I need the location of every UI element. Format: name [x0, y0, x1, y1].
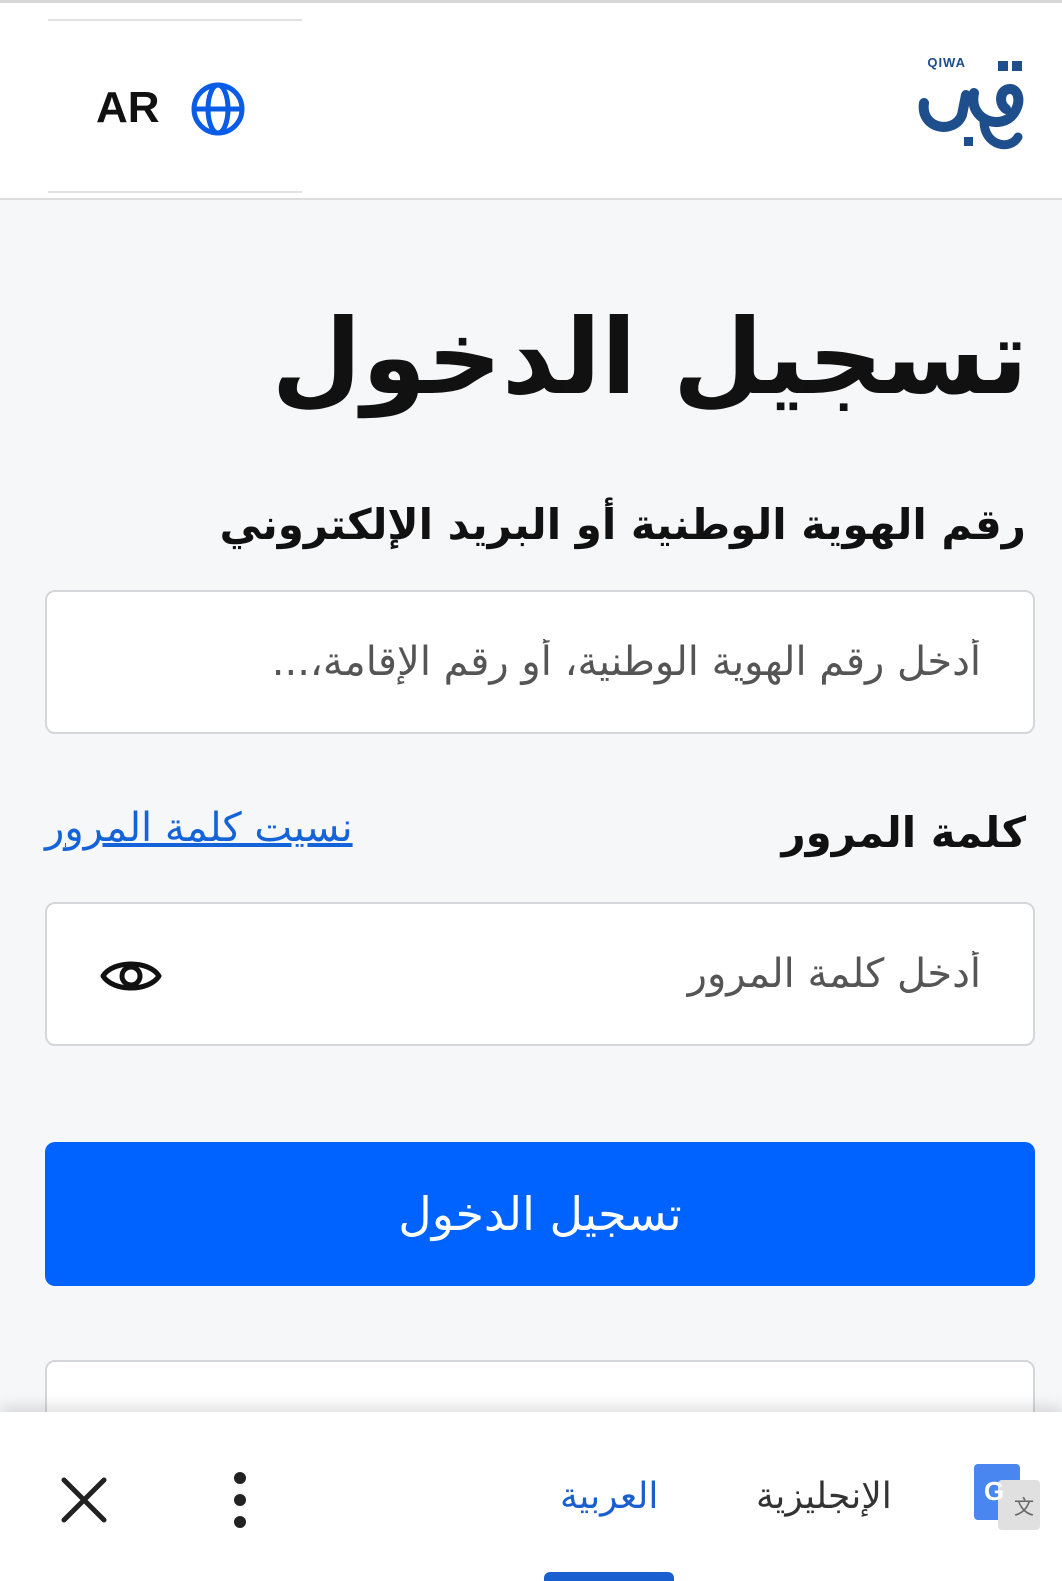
id-field-label: رقم الهوية الوطنية أو البريد الإلكتروني: [219, 500, 1027, 549]
source-language-tab[interactable]: الإنجليزية: [756, 1476, 892, 1517]
more-options-icon[interactable]: [228, 1470, 252, 1530]
svg-text:G: G: [984, 1476, 1004, 1506]
target-language-tab[interactable]: العربية: [560, 1476, 658, 1517]
page: AR QIWA تسجيل الدخول رقم الهوية الوطنية …: [0, 0, 1062, 1581]
language-switcher[interactable]: AR: [48, 19, 302, 193]
login-button[interactable]: تسجيل الدخول: [45, 1142, 1035, 1286]
svg-text:文: 文: [1014, 1495, 1034, 1519]
page-title: تسجيل الدخول: [271, 296, 1029, 418]
password-input[interactable]: [47, 904, 1033, 1044]
google-translate-icon: G 文: [974, 1464, 1040, 1530]
logo-text: QIWA: [927, 55, 966, 70]
active-tab-indicator: [544, 1572, 674, 1581]
language-code: AR: [96, 83, 160, 132]
forgot-password-link[interactable]: نسيت كلمة المرور: [45, 805, 353, 851]
eye-icon[interactable]: [99, 944, 163, 1008]
password-field-container: [45, 902, 1035, 1046]
globe-icon: [191, 82, 245, 136]
password-field-label: كلمة المرور: [781, 808, 1026, 857]
close-icon[interactable]: [58, 1474, 110, 1526]
translate-bar: العربية الإنجليزية G 文: [0, 1412, 1062, 1581]
header: AR QIWA: [0, 0, 1062, 200]
id-input[interactable]: [47, 592, 1033, 732]
id-field-container: [45, 590, 1035, 734]
